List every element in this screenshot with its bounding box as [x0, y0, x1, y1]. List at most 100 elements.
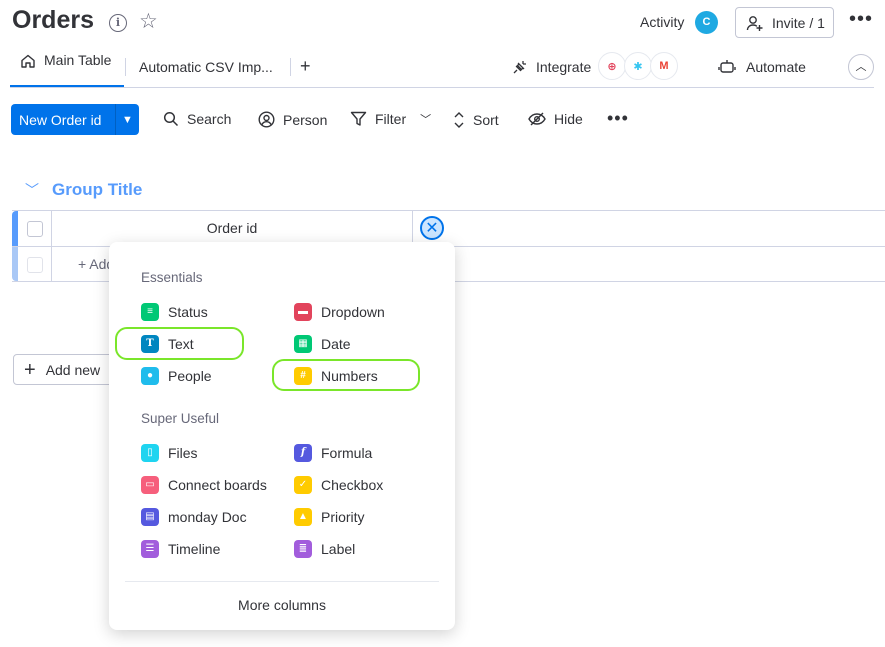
column-option-label-type[interactable]: ≣ Label: [294, 539, 355, 559]
webhook-icon: ⊕: [598, 52, 626, 80]
people-icon: ●: [141, 367, 159, 385]
column-option-formula[interactable]: f Formula: [294, 443, 372, 463]
column-option-label: Formula: [321, 445, 373, 461]
new-item-label: New Order id: [19, 111, 102, 128]
highlight-text-option: [115, 327, 244, 360]
column-option-label: Dropdown: [321, 304, 385, 320]
column-option-label: Priority: [321, 509, 365, 525]
connect-boards-icon: ▭: [141, 476, 159, 494]
chevron-down-icon[interactable]: ﹀: [420, 111, 431, 127]
status-icon: ≡: [141, 303, 159, 321]
add-tab-button[interactable]: +: [300, 56, 311, 77]
tab-csv-import[interactable]: Automatic CSV Imp...: [139, 59, 273, 75]
integration-badges[interactable]: ⊕ ✱ M: [598, 52, 678, 80]
add-person-icon: [746, 15, 763, 31]
search-button[interactable]: Search: [163, 111, 231, 127]
automate-button[interactable]: Automate: [718, 59, 806, 75]
invite-label: Invite / 1: [772, 14, 825, 31]
add-column-icon[interactable]: ✕: [420, 216, 444, 240]
group-title[interactable]: Group Title: [52, 180, 142, 200]
more-options-icon[interactable]: •••: [607, 108, 629, 129]
integrate-label: Integrate: [536, 59, 592, 75]
slack-icon: ✱: [624, 52, 652, 80]
timeline-icon: ☰: [141, 540, 159, 558]
label-icon: ≣: [294, 540, 312, 558]
avatar[interactable]: C: [695, 11, 718, 34]
person-label: Person: [283, 111, 328, 128]
file-icon: ▯: [141, 444, 159, 462]
highlight-numbers-option: [272, 359, 420, 391]
doc-icon: ▤: [141, 508, 159, 526]
row-checkbox: [27, 257, 43, 273]
home-icon: [21, 54, 35, 68]
filter-icon: [350, 111, 367, 126]
tabs-divider: [10, 87, 874, 88]
priority-icon: ▲: [294, 508, 312, 526]
column-option-files[interactable]: ▯ Files: [141, 443, 198, 463]
column-option-monday-doc[interactable]: ▤ monday Doc: [141, 507, 247, 527]
plus-icon: +: [24, 358, 36, 381]
checkbox-cell: [18, 247, 52, 281]
tab-main-table[interactable]: Main Table: [10, 52, 124, 87]
board-title[interactable]: Orders: [12, 6, 94, 35]
column-option-label: Connect boards: [168, 477, 267, 493]
sort-icon: [454, 112, 464, 128]
hide-label: Hide: [554, 111, 583, 127]
sort-button[interactable]: Sort: [453, 111, 499, 129]
tab-divider: [290, 58, 291, 76]
calendar-icon: ▦: [294, 335, 312, 353]
column-option-label: Status: [168, 304, 208, 320]
tab-main-table-label: Main Table: [44, 52, 112, 68]
sort-label: Sort: [473, 112, 499, 128]
info-icon[interactable]: i: [109, 14, 127, 32]
filter-button[interactable]: Filter ﹀: [350, 111, 431, 127]
plug-icon: [513, 61, 526, 74]
column-option-label: Label: [321, 541, 356, 557]
add-new-group-button[interactable]: + Add new: [13, 354, 113, 385]
person-icon: [258, 111, 275, 128]
column-option-checkbox[interactable]: ✓ Checkbox: [294, 475, 383, 495]
chevron-down-icon[interactable]: ▼: [116, 114, 139, 126]
column-option-people[interactable]: ● People: [141, 366, 212, 386]
table-header-row: Order id ✕: [12, 210, 885, 246]
column-option-date[interactable]: ▦ Date: [294, 334, 351, 354]
column-option-timeline[interactable]: ☰ Timeline: [141, 539, 220, 559]
dropdown-icon: ▬: [294, 303, 312, 321]
invite-button[interactable]: Invite / 1: [735, 7, 834, 38]
new-item-button[interactable]: New Order id ▼: [11, 104, 139, 135]
column-option-dropdown[interactable]: ▬ Dropdown: [294, 302, 385, 322]
star-icon[interactable]: ☆: [139, 10, 158, 34]
column-option-label: Timeline: [168, 541, 221, 557]
chevron-down-icon[interactable]: ﹀: [25, 180, 39, 200]
column-option-label: Date: [321, 336, 351, 352]
more-columns-button[interactable]: More columns: [109, 597, 455, 613]
checkbox-icon: ✓: [294, 476, 312, 494]
column-option-label: Checkbox: [321, 477, 384, 493]
column-option-connect-boards[interactable]: ▭ Connect boards: [141, 475, 267, 495]
column-option-status[interactable]: ≡ Status: [141, 302, 208, 322]
column-header-order-id[interactable]: Order id: [52, 211, 413, 246]
column-type-menu: Essentials ≡ Status ▬ Dropdown T Text ▦ …: [109, 242, 455, 630]
select-all-checkbox[interactable]: [27, 221, 43, 237]
essentials-heading: Essentials: [141, 270, 203, 285]
automate-label: Automate: [746, 59, 806, 75]
robot-icon: [718, 60, 736, 73]
chevron-up-icon[interactable]: ︿: [848, 54, 874, 80]
column-option-priority[interactable]: ▲ Priority: [294, 507, 365, 527]
eye-off-icon: [528, 112, 546, 126]
search-label: Search: [187, 111, 232, 127]
column-option-label: People: [168, 368, 212, 384]
select-all-cell: [18, 211, 52, 246]
hide-button[interactable]: Hide: [528, 111, 583, 127]
integrate-button[interactable]: Integrate: [512, 59, 591, 75]
super-useful-heading: Super Useful: [141, 411, 220, 426]
person-filter-button[interactable]: Person: [258, 111, 327, 128]
more-icon[interactable]: •••: [849, 8, 873, 31]
tab-divider: [125, 58, 126, 76]
gmail-icon: M: [650, 52, 678, 80]
activity-button[interactable]: Activity: [640, 14, 684, 30]
column-option-label: Files: [168, 445, 198, 461]
menu-divider: [125, 581, 439, 582]
search-icon: [163, 111, 179, 127]
filter-label: Filter: [375, 111, 407, 127]
